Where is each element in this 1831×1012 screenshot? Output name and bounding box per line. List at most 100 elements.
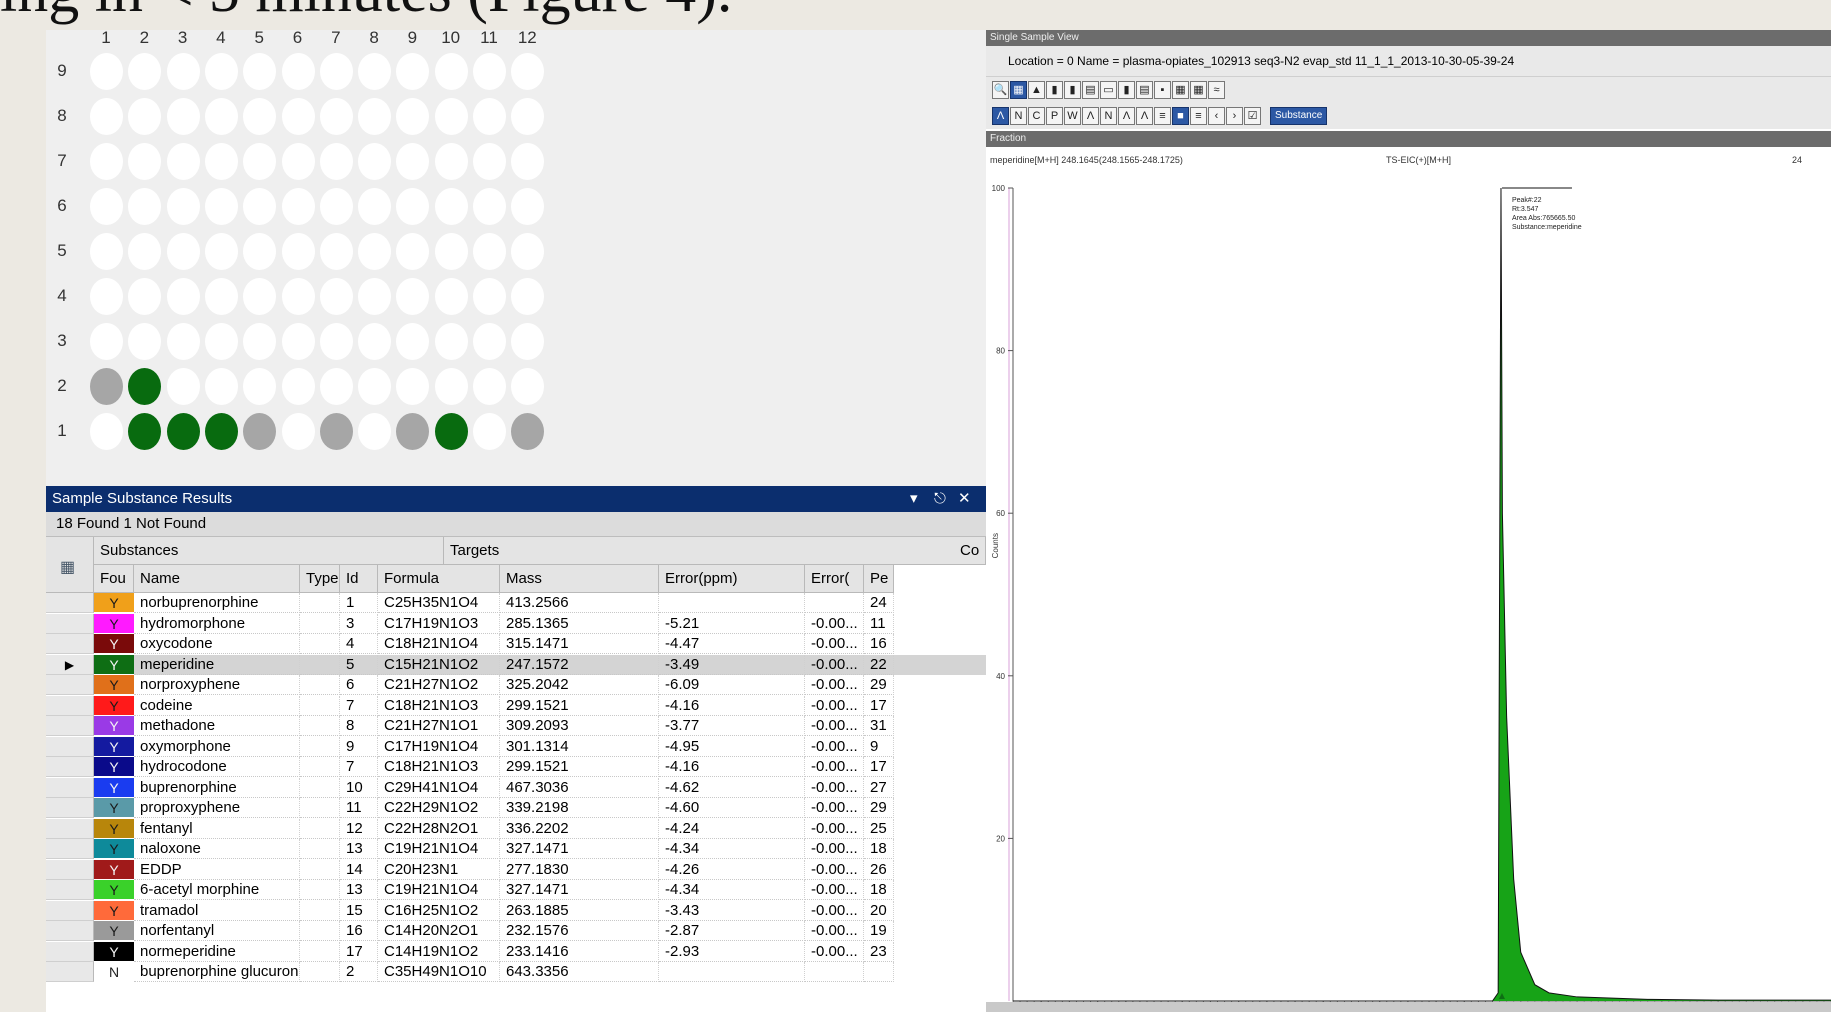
plate-well[interactable] [511, 98, 545, 135]
plate-well[interactable] [128, 98, 162, 135]
column-header-pe[interactable]: Pe [864, 565, 894, 593]
toolbar-button-icon[interactable]: ▦ [1010, 81, 1027, 99]
plate-well[interactable] [396, 278, 430, 315]
table-row[interactable]: Ynorbuprenorphine 1 C25H35N1O4 413.2566 24 [46, 593, 986, 613]
plate-well[interactable] [243, 143, 277, 180]
plate-well[interactable] [281, 413, 315, 450]
plate-well[interactable] [434, 278, 468, 315]
table-row[interactable]: Yoxymorphone 9 C17H19N1O4 301.1314 -4.95 -0.0… [46, 736, 986, 757]
toolbar-button-icon[interactable]: ‹ [1208, 107, 1225, 125]
plate-well[interactable] [396, 368, 430, 405]
plate-well[interactable] [243, 278, 277, 315]
toolbar-button-icon[interactable]: ▲ [1028, 81, 1045, 99]
plate-well[interactable] [128, 188, 162, 225]
plate-well[interactable] [166, 278, 200, 315]
plate-well[interactable] [128, 143, 162, 180]
column-header-error-ppm[interactable]: Error(ppm) [659, 565, 805, 593]
row-header[interactable] [46, 839, 94, 859]
plate-well[interactable] [396, 413, 430, 450]
table-row[interactable]: Yproproxyphene 11 C22H29N1O2 339.2198 -4.60-… [46, 798, 986, 818]
toolbar-button-icon[interactable]: Ν [1010, 107, 1027, 125]
plate-well[interactable] [204, 98, 238, 135]
toolbar-button-icon[interactable]: ▮ [1064, 81, 1081, 99]
plate-well[interactable] [396, 53, 430, 90]
plate-well[interactable] [90, 278, 123, 315]
plate-well[interactable] [511, 413, 545, 450]
toolbar-button-icon[interactable]: ▦ [1172, 81, 1189, 99]
toolbar-button-icon[interactable]: ▤ [1082, 81, 1099, 99]
table-row[interactable]: Ynaloxone 13 C19H21N1O4 327.1471 -4.34 -0.00.… [46, 839, 986, 859]
plate-well[interactable] [166, 188, 200, 225]
plate-well[interactable] [511, 143, 545, 180]
plate-well[interactable] [319, 53, 353, 90]
column-header-found[interactable]: Fou [94, 565, 134, 593]
chromatogram-chart[interactable]: 1008060402000.20.40.60.811.21.41.61.822.… [986, 166, 1831, 1006]
column-header-id[interactable]: Id [340, 565, 378, 593]
plate-well[interactable] [281, 143, 315, 180]
group-header-substances[interactable]: Substances [94, 537, 444, 565]
plate-well[interactable] [204, 53, 238, 90]
toolbar-button-icon[interactable]: ▭ [1100, 81, 1117, 99]
plate-well[interactable] [319, 233, 353, 270]
toolbar-button-icon[interactable]: Λ [1118, 107, 1135, 125]
plate-well[interactable] [473, 278, 506, 315]
plate-well[interactable] [396, 233, 430, 270]
plate-well[interactable] [511, 368, 545, 405]
table-row[interactable]: Y EDDP 14 C20H23N1 277.1830 -4.26 -0.00... 26 [46, 859, 986, 880]
plate-well[interactable] [396, 98, 430, 135]
plate-well[interactable] [281, 53, 315, 90]
plate-well[interactable] [319, 278, 353, 315]
table-row[interactable]: Nbuprenorphine glucuroni... 2 C35H49N1O10 6… [46, 962, 986, 982]
plate-well[interactable] [281, 188, 315, 225]
table-row[interactable]: Yoxycodone 4 C18H21N1O4 315.1471 -4.47 -0.00.… [46, 634, 986, 654]
column-header-name[interactable]: Name [134, 565, 300, 593]
plate-well[interactable] [243, 413, 277, 450]
column-chooser-icon[interactable]: ▦ [60, 554, 75, 582]
toolbar-button-icon[interactable]: Λ [1136, 107, 1153, 125]
table-row[interactable]: Ytramadol 15 C16H25N1O2 263.1885 -3.43 -0.00.… [46, 900, 986, 921]
plate-well[interactable] [243, 323, 277, 360]
toolbar-button-icon[interactable]: ■ [1172, 107, 1189, 125]
plate-well[interactable] [281, 278, 315, 315]
plate-well[interactable] [434, 188, 468, 225]
grid-corner[interactable]: ▦ [46, 537, 94, 593]
toolbar-button-icon[interactable]: › [1226, 107, 1243, 125]
row-header[interactable] [46, 695, 94, 716]
plate-well[interactable] [511, 188, 545, 225]
plate-well[interactable] [473, 413, 506, 450]
plate-well[interactable] [434, 233, 468, 270]
row-header[interactable] [46, 716, 94, 736]
plate-well[interactable] [511, 278, 545, 315]
row-header[interactable] [46, 757, 94, 777]
plate-well[interactable] [128, 368, 162, 405]
plate-well[interactable] [473, 143, 506, 180]
plate-well[interactable] [281, 368, 315, 405]
plate-well[interactable] [358, 98, 392, 135]
plate-well[interactable] [166, 413, 200, 450]
plate-well[interactable] [204, 188, 238, 225]
plate-well[interactable] [281, 233, 315, 270]
table-row[interactable]: Ynorfentanyl 16 C14H20N2O1 232.1576 -2.87 -0.… [46, 921, 986, 941]
column-header-type[interactable]: Type [300, 565, 340, 593]
dropdown-icon[interactable]: ▾ [910, 486, 918, 512]
toolbar-button-icon[interactable]: Λ [1082, 107, 1099, 125]
toolbar-button-icon[interactable]: P [1046, 107, 1063, 125]
pin-icon[interactable]: ⎋ [934, 486, 946, 512]
column-header-error[interactable]: Error( [805, 565, 864, 593]
toolbar-button-icon[interactable]: ≡ [1154, 107, 1171, 125]
plate-well[interactable] [204, 143, 238, 180]
plate-well[interactable] [319, 323, 353, 360]
plate-well[interactable] [166, 98, 200, 135]
plate-well[interactable] [396, 323, 430, 360]
plate-well[interactable] [90, 53, 123, 90]
row-header[interactable] [46, 675, 94, 695]
plate-well[interactable] [243, 53, 277, 90]
plate-well[interactable] [90, 143, 123, 180]
toolbar-button-icon[interactable]: C [1028, 107, 1045, 125]
row-header[interactable] [46, 634, 94, 654]
plate-well[interactable] [166, 233, 200, 270]
plate-well[interactable] [511, 233, 545, 270]
plate-well[interactable] [358, 413, 392, 450]
plate-well[interactable] [358, 323, 392, 360]
plate-well[interactable] [358, 188, 392, 225]
